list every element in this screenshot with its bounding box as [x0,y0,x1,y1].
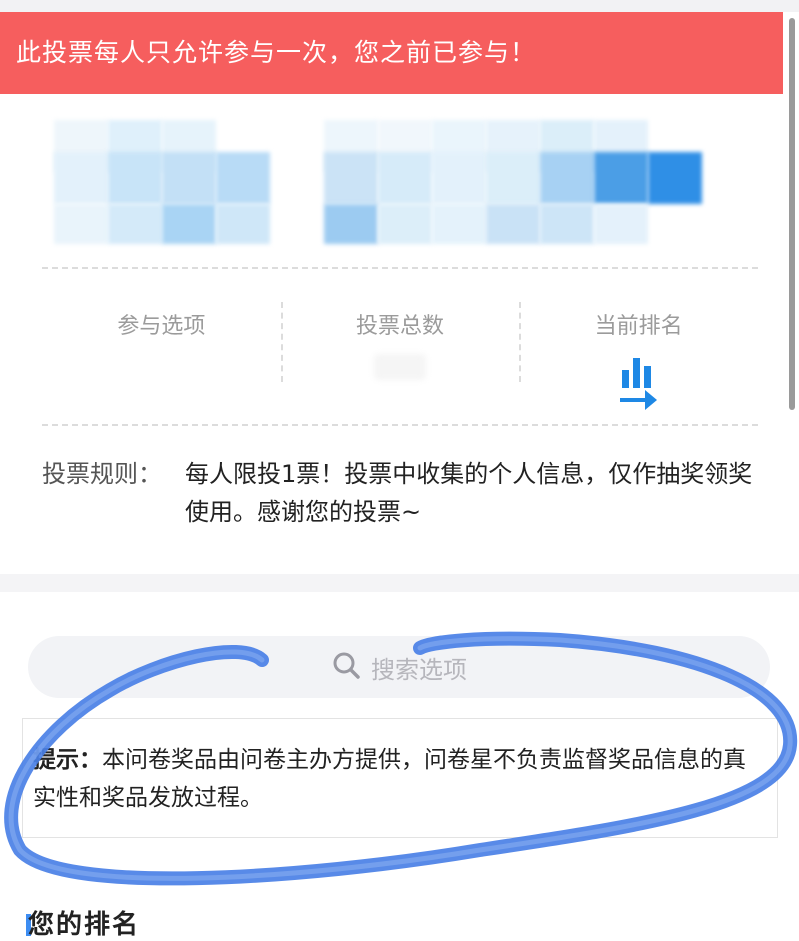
already-voted-banner: 此投票每人只允许参与一次，您之前已参与！ [0,12,783,94]
notice-box: 提示：本问卷奖品由问卷主办方提供，问卷星不负责监督奖品信息的真实性和奖品发放过程… [22,718,778,838]
search-placeholder: 搜索选项 [371,655,467,684]
stat-label: 参与选项 [117,314,206,339]
top-strip [0,0,799,12]
stat-label: 投票总数 [356,314,445,339]
bar-chart-arrow-icon[interactable] [617,352,661,414]
rules-text: 每人限投1票！投票中收集的个人信息，仅作抽奖领奖使用。感谢您的投票~ [185,460,753,526]
stat-option: 参与选项 [42,290,281,400]
divider [42,267,758,269]
search-input[interactable]: 搜索选项 [28,636,770,698]
divider [42,424,758,426]
stat-total-votes: 投票总数 [280,290,520,400]
section-gap [0,574,799,592]
notice-title: 提示： [33,747,102,773]
stat-value-redacted [281,354,520,390]
redacted-header-image [24,100,744,250]
rules-label: 投票规则： [42,460,162,488]
vote-stats: 参与选项 投票总数 当前排名 [42,290,758,410]
search-icon [331,650,361,684]
stat-rank: 当前排名 [519,290,758,410]
stat-value-redacted [42,354,281,390]
section-title: 您的排名 [28,910,141,940]
notice-text: 本问卷奖品由问卷主办方提供，问卷星不负责监督奖品信息的真实性和奖品发放过程。 [33,747,746,811]
scrollbar[interactable] [789,18,795,410]
stat-label: 当前排名 [594,314,683,339]
